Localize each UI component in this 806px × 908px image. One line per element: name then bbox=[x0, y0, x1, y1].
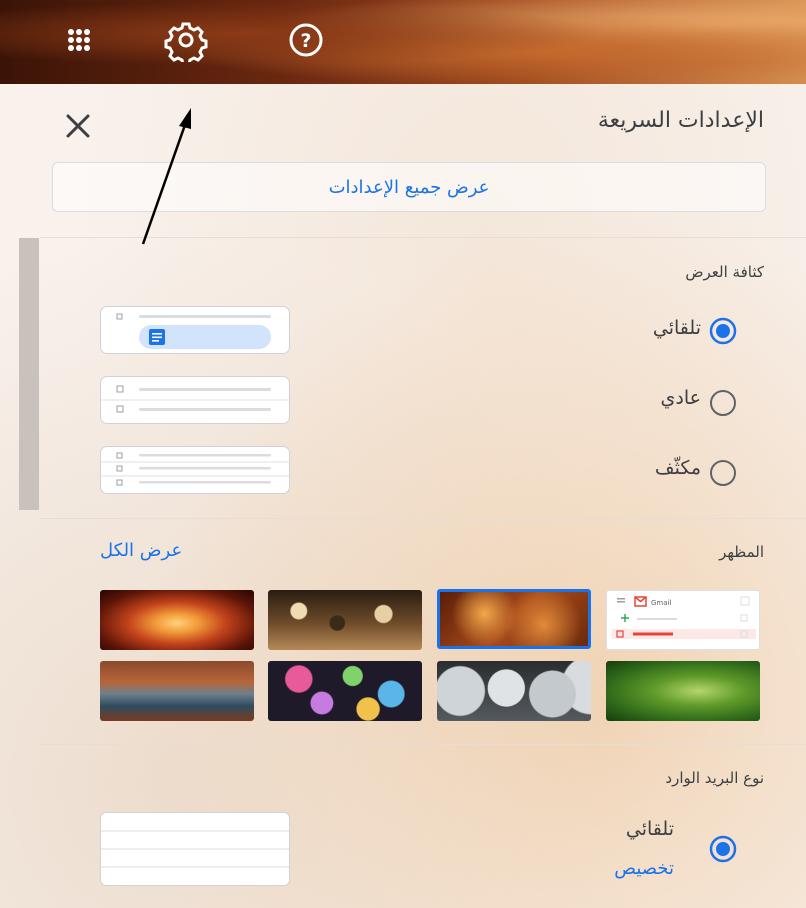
density-default-label: تلقائي bbox=[652, 317, 701, 339]
theme-thumbnail-bubbles[interactable] bbox=[437, 661, 591, 721]
theme-thumbnail-leaf[interactable] bbox=[606, 661, 760, 721]
inbox-customize-link[interactable]: تخصيص bbox=[614, 858, 674, 879]
theme-label: المظهر bbox=[719, 543, 764, 561]
density-comfortable-label: عادي bbox=[660, 387, 701, 409]
help-circle-icon[interactable]: ? bbox=[284, 18, 328, 62]
divider bbox=[40, 237, 806, 238]
theme-thumbnail-bokeh[interactable] bbox=[268, 661, 422, 721]
density-default-radio[interactable] bbox=[708, 316, 738, 346]
density-compact-radio[interactable] bbox=[708, 458, 738, 488]
gmail-wordmark: Gmail bbox=[651, 599, 671, 607]
inbox-type-option-label: تلقائي bbox=[625, 818, 674, 840]
density-comfortable-radio[interactable] bbox=[708, 388, 738, 418]
inbox-type-preview[interactable] bbox=[100, 812, 290, 886]
inbox-type-default-radio[interactable] bbox=[708, 834, 738, 864]
density-default-preview[interactable] bbox=[100, 306, 290, 354]
density-compact-label: مكثّف bbox=[654, 457, 701, 479]
density-comfortable-preview[interactable] bbox=[100, 376, 290, 424]
apps-grid-icon[interactable] bbox=[57, 18, 101, 62]
theme-thumbnail-grand-canyon[interactable] bbox=[100, 661, 254, 721]
panel-title: الإعدادات السريعة bbox=[597, 108, 764, 133]
inbox-type-label: نوع البريد الوارد bbox=[665, 769, 764, 787]
theme-thumbnail-canyon[interactable] bbox=[100, 590, 254, 650]
theme-thumbnail-autumn-selected[interactable] bbox=[437, 589, 591, 649]
density-label: كثافة العرض bbox=[685, 263, 764, 281]
divider bbox=[40, 744, 806, 745]
header-bar: ? bbox=[0, 0, 806, 84]
theme-thumbnail-chess[interactable] bbox=[268, 590, 422, 650]
scrollbar[interactable] bbox=[19, 238, 39, 510]
svg-text:?: ? bbox=[300, 30, 311, 52]
theme-thumbnail-default[interactable]: Gmail bbox=[606, 590, 760, 650]
close-icon[interactable] bbox=[60, 108, 96, 144]
see-all-settings-button[interactable]: عرض جميع الإعدادات bbox=[52, 162, 766, 212]
gear-icon[interactable] bbox=[164, 18, 208, 62]
density-compact-preview[interactable] bbox=[100, 446, 290, 494]
theme-view-all-link[interactable]: عرض الكل bbox=[100, 540, 182, 561]
divider bbox=[40, 518, 806, 519]
see-all-settings-label: عرض جميع الإعدادات bbox=[328, 176, 490, 198]
